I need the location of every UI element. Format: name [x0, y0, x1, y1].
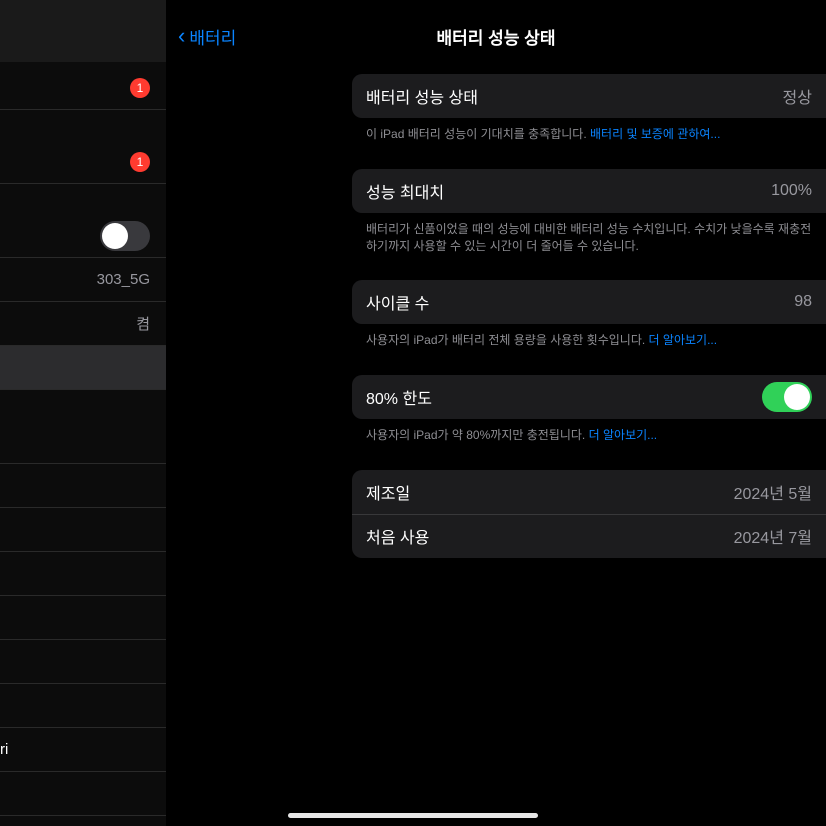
cell-value: 2024년 5월 — [734, 480, 812, 504]
cell-value: 100% — [771, 182, 812, 200]
cell-label: 제조일 — [366, 480, 410, 504]
cell-value: 2024년 7월 — [734, 524, 812, 548]
cell-label: 배터리 성능 상태 — [366, 84, 478, 108]
cell-max-capacity[interactable]: 성능 최대치 100% — [352, 169, 826, 213]
cell-first-use-date[interactable]: 처음 사용 2024년 7월 — [352, 514, 826, 558]
sidebar-item[interactable] — [0, 640, 166, 684]
cell-cycle-count[interactable]: 사이클 수 98 — [352, 280, 826, 324]
cell-label: 처음 사용 — [366, 524, 429, 548]
group-charge-limit: 80% 한도 사용자의 iPad가 약 80%까지만 충전됩니다. 더 알아보기… — [352, 375, 826, 462]
cell-manufacture-date[interactable]: 제조일 2024년 5월 — [352, 470, 826, 514]
back-button[interactable]: ‹ 배터리 — [166, 23, 236, 49]
notification-badge: 1 — [130, 78, 150, 98]
sidebar-item-airplane[interactable] — [0, 214, 166, 258]
sidebar-item[interactable] — [0, 552, 166, 596]
airplane-toggle[interactable] — [100, 221, 150, 251]
footer-charge-limit: 사용자의 iPad가 약 80%까지만 충전됩니다. 더 알아보기... — [352, 419, 826, 462]
footer-cycle-count: 사용자의 iPad가 배터리 전체 용량을 사용한 횟수입니다. 더 알아보기.… — [352, 324, 826, 367]
link-warranty[interactable]: 배터리 및 보증에 관하여... — [590, 127, 720, 141]
sidebar-item[interactable] — [0, 464, 166, 508]
sidebar: 1 1 303_5G 켬 ri — [0, 0, 166, 826]
group-dates: 제조일 2024년 5월 처음 사용 2024년 7월 — [352, 470, 826, 558]
sidebar-item-battery[interactable] — [0, 346, 166, 390]
charge-limit-toggle[interactable] — [762, 382, 812, 412]
cell-label: 성능 최대치 — [366, 179, 444, 203]
sidebar-header — [0, 0, 166, 62]
link-learn-more-limit[interactable]: 더 알아보기... — [589, 428, 658, 442]
sidebar-item[interactable] — [0, 684, 166, 728]
cell-label: 사이클 수 — [366, 290, 429, 314]
sidebar-item-bluetooth[interactable]: 켬 — [0, 302, 166, 346]
sidebar-item[interactable] — [0, 772, 166, 816]
content-pane: ‹ 배터리 배터리 성능 상태 배터리 성능 상태 정상 이 iPad 배터리 … — [166, 0, 826, 826]
notification-badge: 1 — [130, 152, 150, 172]
wifi-value: 303_5G — [97, 271, 150, 288]
sidebar-item-safari[interactable]: ri — [0, 728, 166, 772]
chevron-left-icon: ‹ — [178, 23, 185, 49]
sidebar-item[interactable] — [0, 420, 166, 464]
link-learn-more-cycles[interactable]: 더 알아보기... — [649, 333, 718, 347]
cell-charge-limit[interactable]: 80% 한도 — [352, 375, 826, 419]
bluetooth-value: 켬 — [136, 313, 150, 334]
group-cycle-count: 사이클 수 98 사용자의 iPad가 배터리 전체 용량을 사용한 횟수입니다… — [352, 280, 826, 367]
footer-max-capacity: 배터리가 신품이었을 때의 성능에 대비한 배터리 성능 수치입니다. 수치가 … — [352, 213, 826, 273]
back-label: 배터리 — [189, 24, 236, 49]
sidebar-item-software-update[interactable]: 1 — [0, 140, 166, 184]
group-battery-health: 배터리 성능 상태 정상 이 iPad 배터리 성능이 기대치를 충족합니다. … — [352, 74, 826, 161]
cell-label: 80% 한도 — [366, 385, 432, 409]
nav-header: ‹ 배터리 배터리 성능 상태 — [166, 0, 826, 54]
sidebar-item[interactable] — [0, 508, 166, 552]
sidebar-item[interactable] — [0, 596, 166, 640]
footer-battery-health: 이 iPad 배터리 성능이 기대치를 충족합니다. 배터리 및 보증에 관하여… — [352, 118, 826, 161]
sidebar-item-wifi[interactable]: 303_5G — [0, 258, 166, 302]
cell-value: 정상 — [783, 84, 812, 108]
sidebar-item-general[interactable]: 1 — [0, 66, 166, 110]
page-title: 배터리 성능 상태 — [437, 24, 556, 49]
cell-battery-health[interactable]: 배터리 성능 상태 정상 — [352, 74, 826, 118]
group-max-capacity: 성능 최대치 100% 배터리가 신품이었을 때의 성능에 대비한 배터리 성능… — [352, 169, 826, 273]
home-indicator[interactable] — [288, 813, 538, 818]
cell-value: 98 — [794, 293, 812, 311]
